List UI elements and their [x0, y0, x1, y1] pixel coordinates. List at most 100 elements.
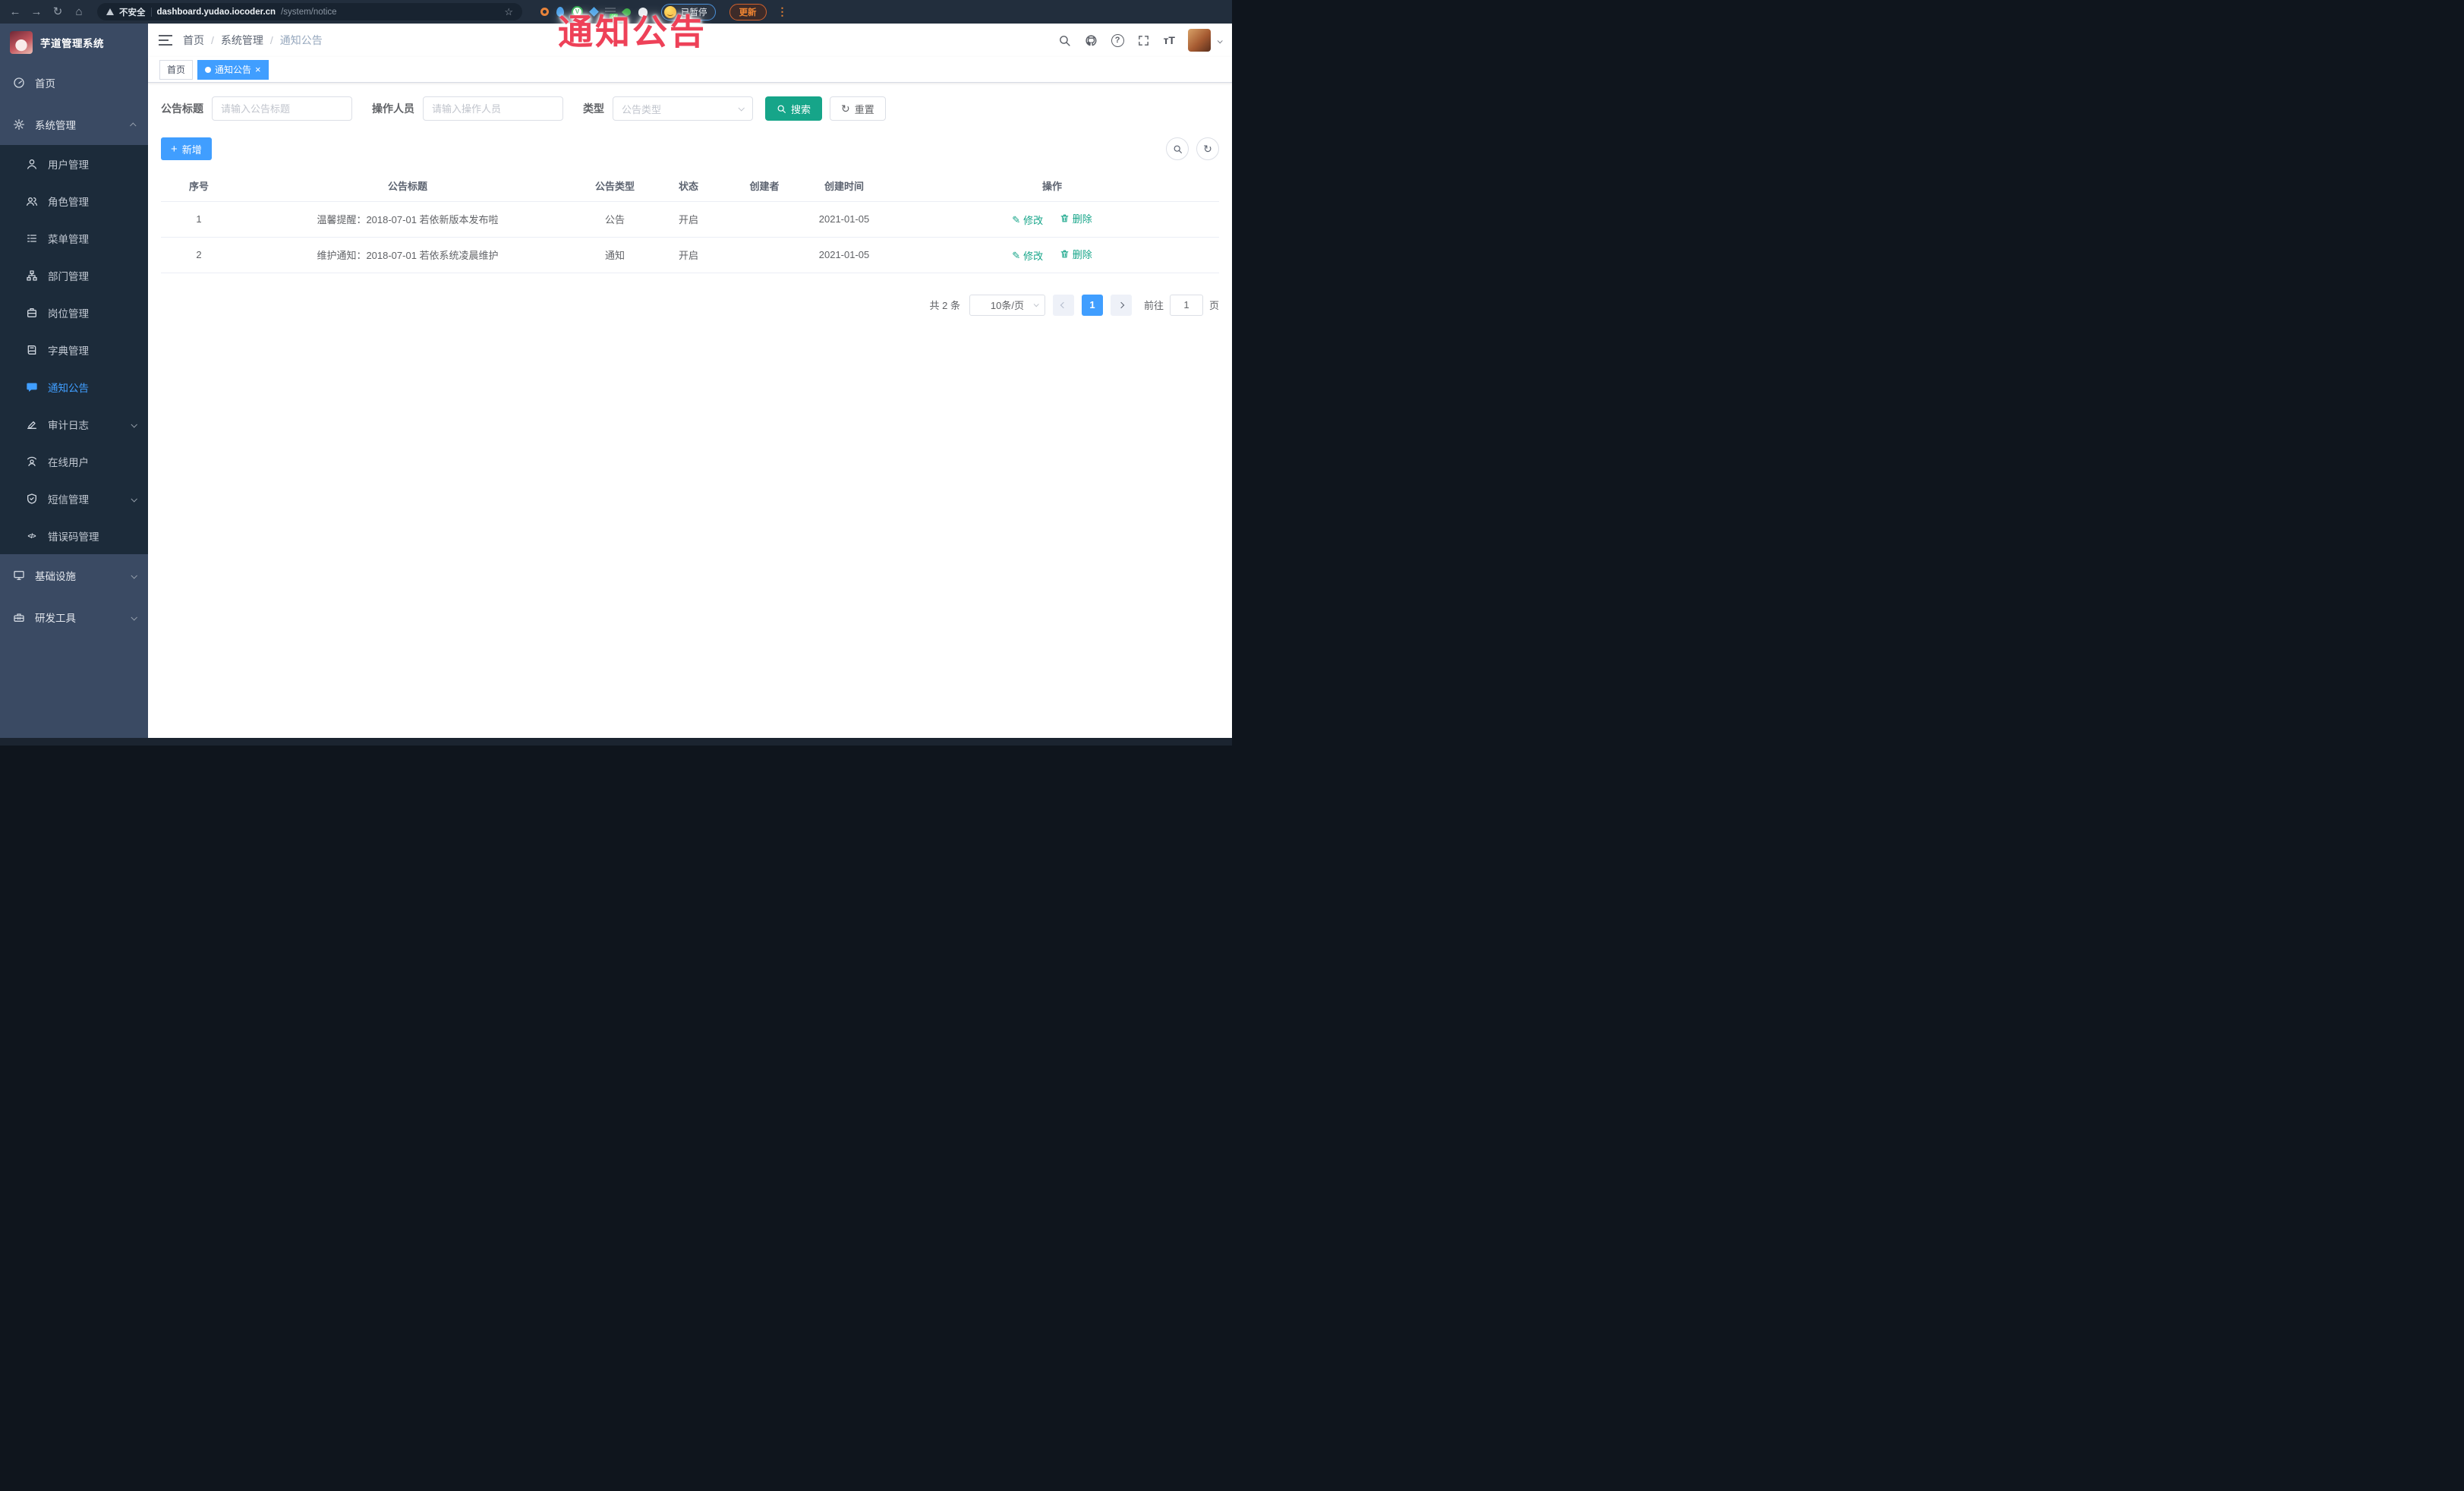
add-button[interactable]: + 新增 — [161, 137, 212, 160]
chevron-down-icon — [738, 105, 745, 112]
reset-button[interactable]: ↻ 重置 — [830, 96, 886, 121]
extension-orange-ring-icon[interactable] — [540, 8, 549, 16]
notice-title-input[interactable] — [212, 96, 352, 121]
tag-home[interactable]: 首页 — [159, 59, 194, 80]
add-button-label: 新增 — [181, 143, 202, 156]
sidebar-item-user-management[interactable]: 用户管理 — [0, 145, 148, 182]
sidebar-item-infrastructure[interactable]: 基础设施 — [0, 554, 148, 596]
url-divider — [150, 7, 152, 17]
pagination-goto: 前往 页 — [1144, 294, 1219, 316]
refresh-table-button[interactable]: ↻ — [1196, 137, 1219, 160]
cell-actions: ✎ 修改 删除 — [885, 237, 1219, 273]
delete-link[interactable]: 删除 — [1060, 247, 1092, 261]
plus-icon: + — [171, 142, 178, 156]
sidebar-item-label: 系统管理 — [35, 119, 76, 131]
cell-no: 1 — [161, 201, 237, 238]
search-button[interactable]: 搜索 — [765, 96, 823, 121]
search-form: 公告标题 操作人员 类型 公告类型 搜索 ↻ 重置 — [161, 96, 1219, 121]
page-size-select[interactable]: 10条/页 — [969, 294, 1045, 316]
prev-page-button[interactable] — [1052, 294, 1074, 316]
browser-back-icon[interactable]: ← — [8, 0, 23, 24]
next-page-button[interactable] — [1110, 294, 1132, 316]
avatar-caret-icon[interactable] — [1217, 33, 1223, 47]
top-navbar: 首页 / 系统管理 / 通知公告 ? тT — [148, 24, 1232, 57]
user-avatar[interactable] — [1188, 29, 1211, 52]
extension-green-check-icon[interactable]: V — [572, 6, 583, 17]
page-number-1[interactable]: 1 — [1081, 294, 1103, 316]
fullscreen-icon[interactable] — [1137, 33, 1151, 47]
sidebar-item-label: 在线用户 — [48, 456, 89, 468]
message-bubble-icon — [25, 380, 38, 393]
code-icon: </> — [27, 531, 36, 540]
browser-profile-paused-badge[interactable]: 已暂停 — [661, 3, 716, 20]
sidebar-item-menu-management[interactable]: 菜单管理 — [0, 219, 148, 257]
browser-reload-icon[interactable]: ↻ — [50, 0, 65, 24]
bookmark-star-icon[interactable]: ☆ — [504, 6, 513, 18]
sidebar-item-post-management[interactable]: 岗位管理 — [0, 294, 148, 331]
app-logo-row[interactable]: 芋道管理系统 — [0, 24, 148, 61]
sidebar-item-error-code-management[interactable]: </> 错误码管理 — [0, 517, 148, 554]
tag-close-icon[interactable]: × — [255, 65, 261, 74]
type-label: 类型 — [583, 102, 604, 115]
page-size-value: 10条/页 — [990, 300, 1024, 311]
window-bottom-edge — [0, 738, 1232, 746]
goto-page-input[interactable] — [1169, 294, 1203, 316]
main-area: 首页 / 系统管理 / 通知公告 ? тT 首页 通知公告 × 公告标题 请输入… — [148, 24, 1232, 738]
sidebar-item-role-management[interactable]: 角色管理 — [0, 182, 148, 219]
operator-input[interactable] — [423, 96, 563, 121]
edit-pen-icon: ✎ — [1012, 214, 1021, 225]
font-size-icon[interactable]: тT — [1164, 34, 1175, 46]
breadcrumb-home[interactable]: 首页 — [183, 33, 204, 48]
sidebar-toggle-icon[interactable] — [159, 35, 172, 46]
sidebar-item-online-users[interactable]: 在线用户 — [0, 443, 148, 480]
extension-switch-on-icon[interactable]: on — [605, 7, 618, 20]
column-header-no: 序号 — [161, 171, 237, 202]
sidebar-item-notice-announcement[interactable]: 通知公告 — [0, 368, 148, 405]
search-icon[interactable] — [1058, 33, 1072, 47]
online-user-icon — [25, 455, 38, 468]
system-management-submenu: 用户管理 角色管理 菜单管理 部门管理 岗位管理 字典管理 通知公告 审计日志 … — [0, 145, 148, 554]
toolbox-icon — [12, 610, 25, 623]
help-icon[interactable]: ? — [1111, 33, 1124, 47]
browser-forward-icon[interactable]: → — [29, 0, 44, 24]
sidebar-item-sms-management[interactable]: 短信管理 — [0, 480, 148, 517]
sidebar-item-label: 审计日志 — [48, 419, 89, 431]
pagination-total: 共 2 条 — [929, 300, 960, 311]
github-icon[interactable] — [1085, 33, 1098, 47]
edit-link-label: 修改 — [1023, 251, 1044, 262]
sidebar-item-dev-tools[interactable]: 研发工具 — [0, 596, 148, 638]
browser-menu-dots-icon[interactable]: ⋮ — [777, 5, 788, 18]
chevron-up-icon — [130, 118, 137, 130]
sidebar-item-audit-log[interactable]: 审计日志 — [0, 405, 148, 443]
delete-link-label: 删除 — [1072, 249, 1092, 260]
notice-type-select[interactable]: 公告类型 — [613, 96, 753, 121]
delete-link[interactable]: 删除 — [1060, 211, 1092, 225]
browser-home-icon[interactable]: ⌂ — [71, 0, 87, 24]
sidebar-item-home[interactable]: 首页 — [0, 61, 148, 103]
notice-table: 序号 公告标题 公告类型 状态 创建者 创建时间 操作 1 温馨提醒：2018- — [161, 171, 1219, 273]
edit-link[interactable]: ✎ 修改 — [1012, 248, 1043, 263]
table-row: 2 维护通知：2018-07-01 若依系统凌晨维护 通知 开启 2021-01… — [161, 237, 1219, 273]
emoji-avatar — [664, 5, 676, 18]
breadcrumb-system[interactable]: 系统管理 — [221, 33, 263, 48]
sidebar-item-system-management[interactable]: 系统管理 — [0, 103, 148, 145]
url-path: /system/notice — [281, 7, 337, 17]
cell-title: 维护通知：2018-07-01 若依系统凌晨维护 — [237, 237, 578, 273]
refresh-icon: ↻ — [841, 102, 850, 115]
edit-link-label: 修改 — [1023, 215, 1044, 226]
extension-blue-gem-icon[interactable] — [589, 7, 599, 17]
extension-white-ghost-icon[interactable] — [638, 7, 648, 17]
browser-update-button[interactable]: 更新 — [729, 3, 767, 20]
pen-square-icon — [25, 418, 38, 430]
address-bar[interactable]: 不安全 dashboard.yudao.iocoder.cn /system/n… — [97, 3, 522, 20]
extension-blue-pin-icon[interactable] — [556, 7, 564, 17]
edit-link[interactable]: ✎ 修改 — [1012, 213, 1043, 227]
sidebar-item-department-management[interactable]: 部门管理 — [0, 257, 148, 294]
tag-notice-announcement[interactable]: 通知公告 × — [197, 59, 269, 80]
search-button-label: 搜索 — [791, 103, 811, 115]
sidebar-item-dict-management[interactable]: 字典管理 — [0, 331, 148, 368]
toggle-search-button[interactable] — [1166, 137, 1189, 160]
extension-green-sprout-icon[interactable] — [621, 6, 633, 17]
sidebar-item-label: 字典管理 — [48, 345, 89, 357]
sidebar-item-label: 部门管理 — [48, 270, 89, 282]
